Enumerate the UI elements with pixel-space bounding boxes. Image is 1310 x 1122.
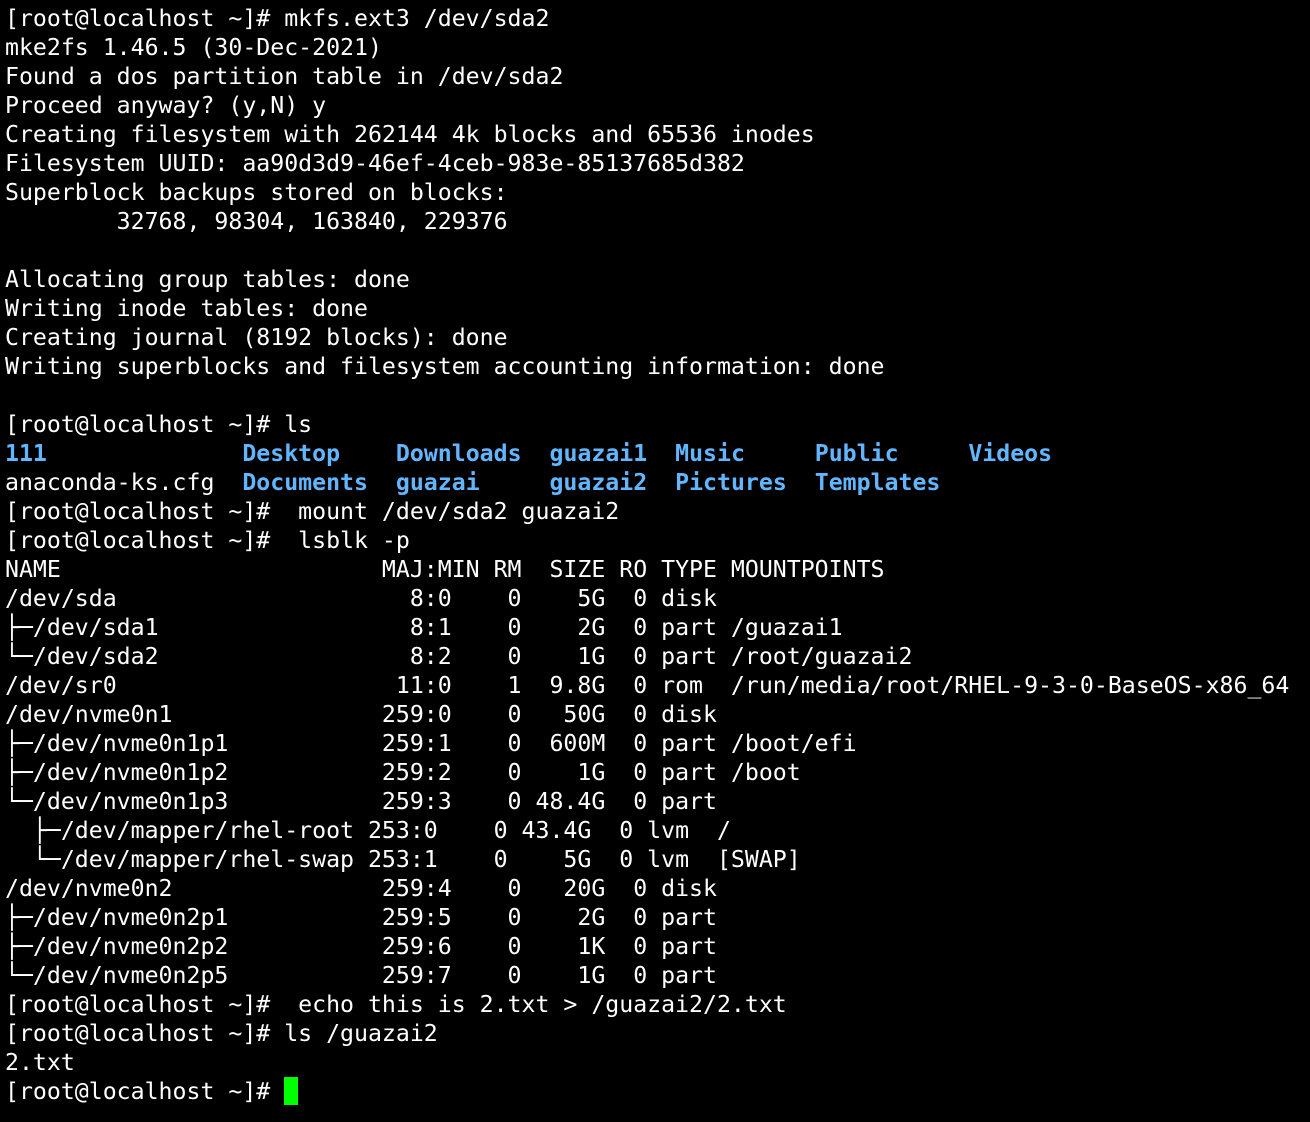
terminal-line: └─/dev/nvme0n1p3 259:3 0 48.4G 0 part: [5, 788, 717, 815]
column-gap: [368, 469, 396, 496]
terminal-line: ├─/dev/nvme0n2p1 259:5 0 2G 0 part: [5, 904, 717, 931]
directory-entry: Templates: [814, 469, 941, 496]
terminal-line: 2.txt: [5, 1049, 75, 1076]
column-gap: [647, 440, 675, 467]
column-gap: [787, 469, 815, 496]
directory-entry: Pictures: [675, 469, 787, 496]
directory-entry: Public: [814, 440, 899, 467]
terminal-line: [root@localhost ~]# mkfs.ext3 /dev/sda2: [5, 5, 550, 32]
directory-entry: Videos: [968, 440, 1053, 467]
terminal-window[interactable]: [root@localhost ~]# mkfs.ext3 /dev/sda2 m…: [0, 0, 1310, 1122]
terminal-line: Creating filesystem with 262144 4k block…: [5, 121, 815, 148]
terminal-line: ├─/dev/mapper/rhel-root 253:0 0 43.4G 0 …: [5, 817, 731, 844]
column-gap: [480, 469, 550, 496]
terminal-line: [root@localhost ~]# ls: [5, 411, 313, 438]
final-prompt-line[interactable]: [root@localhost ~]#: [5, 1077, 1310, 1106]
terminal-line: /dev/nvme0n1 259:0 0 50G 0 disk: [5, 701, 717, 728]
column-gap: [214, 469, 242, 496]
terminal-line: Superblock backups stored on blocks:: [5, 179, 508, 206]
terminal-line: [root@localhost ~]# lsblk -p: [5, 527, 410, 554]
terminal-line: Writing inode tables: done: [5, 295, 368, 322]
directory-entry: guazai: [395, 469, 480, 496]
terminal-line: Found a dos partition table in /dev/sda2: [5, 63, 564, 90]
column-gap: [647, 469, 675, 496]
terminal-line: ├─/dev/nvme0n2p2 259:6 0 1K 0 part: [5, 933, 717, 960]
terminal-line: [root@localhost ~]# mount /dev/sda2 guaz…: [5, 498, 620, 525]
terminal-line: └─/dev/mapper/rhel-swap 253:1 0 5G 0 lvm…: [5, 846, 801, 873]
terminal-line: Creating journal (8192 blocks): done: [5, 324, 508, 351]
terminal-line: ├─/dev/nvme0n1p2 259:2 0 1G 0 part /boot: [5, 759, 801, 786]
column-gap: [745, 440, 815, 467]
terminal-line: Filesystem UUID: aa90d3d9-46ef-4ceb-983e…: [5, 150, 745, 177]
file-entry: anaconda-ks.cfg: [5, 469, 215, 496]
terminal-line: NAME MAJ:MIN RM SIZE RO TYPE MOUNTPOINTS: [5, 556, 885, 583]
terminal-line: /dev/sr0 11:0 1 9.8G 0 rom /run/media/ro…: [5, 672, 1290, 699]
terminal-line: /dev/nvme0n2 259:4 0 20G 0 disk: [5, 875, 717, 902]
terminal-line: Proceed anyway? (y,N) y: [5, 92, 327, 119]
column-gap: [340, 440, 396, 467]
column-gap: [522, 440, 550, 467]
terminal-line: ├─/dev/sda1 8:1 0 2G 0 part /guazai1: [5, 614, 843, 641]
terminal-output-block: [root@localhost ~]# mount /dev/sda2 guaz…: [5, 497, 1310, 1077]
terminal-output-block: [root@localhost ~]# mkfs.ext3 /dev/sda2 m…: [5, 4, 1310, 439]
terminal-line: mke2fs 1.46.5 (30-Dec-2021): [5, 34, 382, 61]
directory-entry: 111: [5, 440, 47, 467]
directory-entry: Music: [675, 440, 745, 467]
terminal-line: 32768, 98304, 163840, 229376: [5, 208, 508, 235]
directory-entry: guazai1: [549, 440, 648, 467]
directory-entry: Documents: [242, 469, 368, 496]
ls-output-row: anaconda-ks.cfg Documents guazai guazai2…: [5, 468, 1310, 497]
directory-entry: Downloads: [395, 440, 522, 467]
terminal-line: [root@localhost ~]# ls /guazai2: [5, 1020, 438, 1047]
prompt-text: [root@localhost ~]#: [5, 1078, 285, 1105]
terminal-line: └─/dev/sda2 8:2 0 1G 0 part /root/guazai…: [5, 643, 913, 670]
terminal-line: ├─/dev/nvme0n1p1 259:1 0 600M 0 part /bo…: [5, 730, 857, 757]
terminal-line: Writing superblocks and filesystem accou…: [5, 353, 885, 380]
terminal-line: Allocating group tables: done: [5, 266, 410, 293]
ls-output-row: 111 Desktop Downloads guazai1 Music Publ…: [5, 439, 1310, 468]
directory-entry: guazai2: [549, 469, 648, 496]
column-gap: [899, 440, 969, 467]
terminal-line: /dev/sda 8:0 0 5G 0 disk: [5, 585, 717, 612]
terminal-line: └─/dev/nvme0n2p5 259:7 0 1G 0 part: [5, 962, 717, 989]
directory-entry: Desktop: [242, 440, 341, 467]
cursor-block: [284, 1077, 299, 1105]
column-gap: [47, 440, 242, 467]
terminal-line: [root@localhost ~]# echo this is 2.txt >…: [5, 991, 787, 1018]
